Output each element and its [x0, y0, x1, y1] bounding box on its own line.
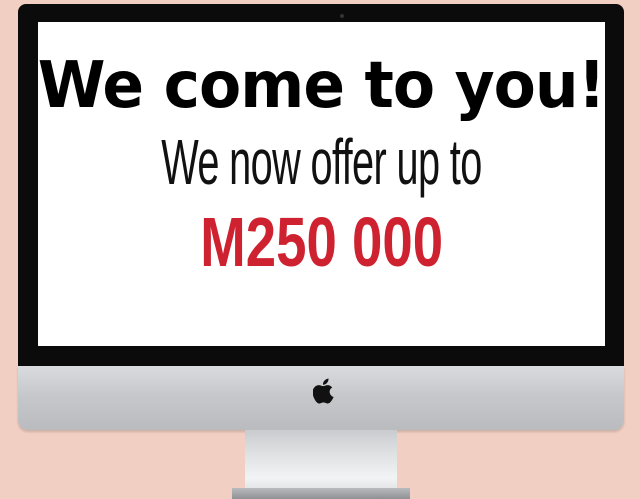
stand-base [232, 488, 410, 499]
headline: We come to you! [38, 49, 606, 123]
camera-dot [340, 14, 344, 18]
apple-logo-icon [313, 378, 334, 404]
subline: We now offer up to [161, 126, 482, 198]
loan-amount: M250 000 [200, 203, 443, 281]
monitor-screen: We come to you! We now offer up to M250 … [38, 22, 606, 346]
computer-monitor: We come to you! We now offer up to M250 … [0, 0, 640, 499]
